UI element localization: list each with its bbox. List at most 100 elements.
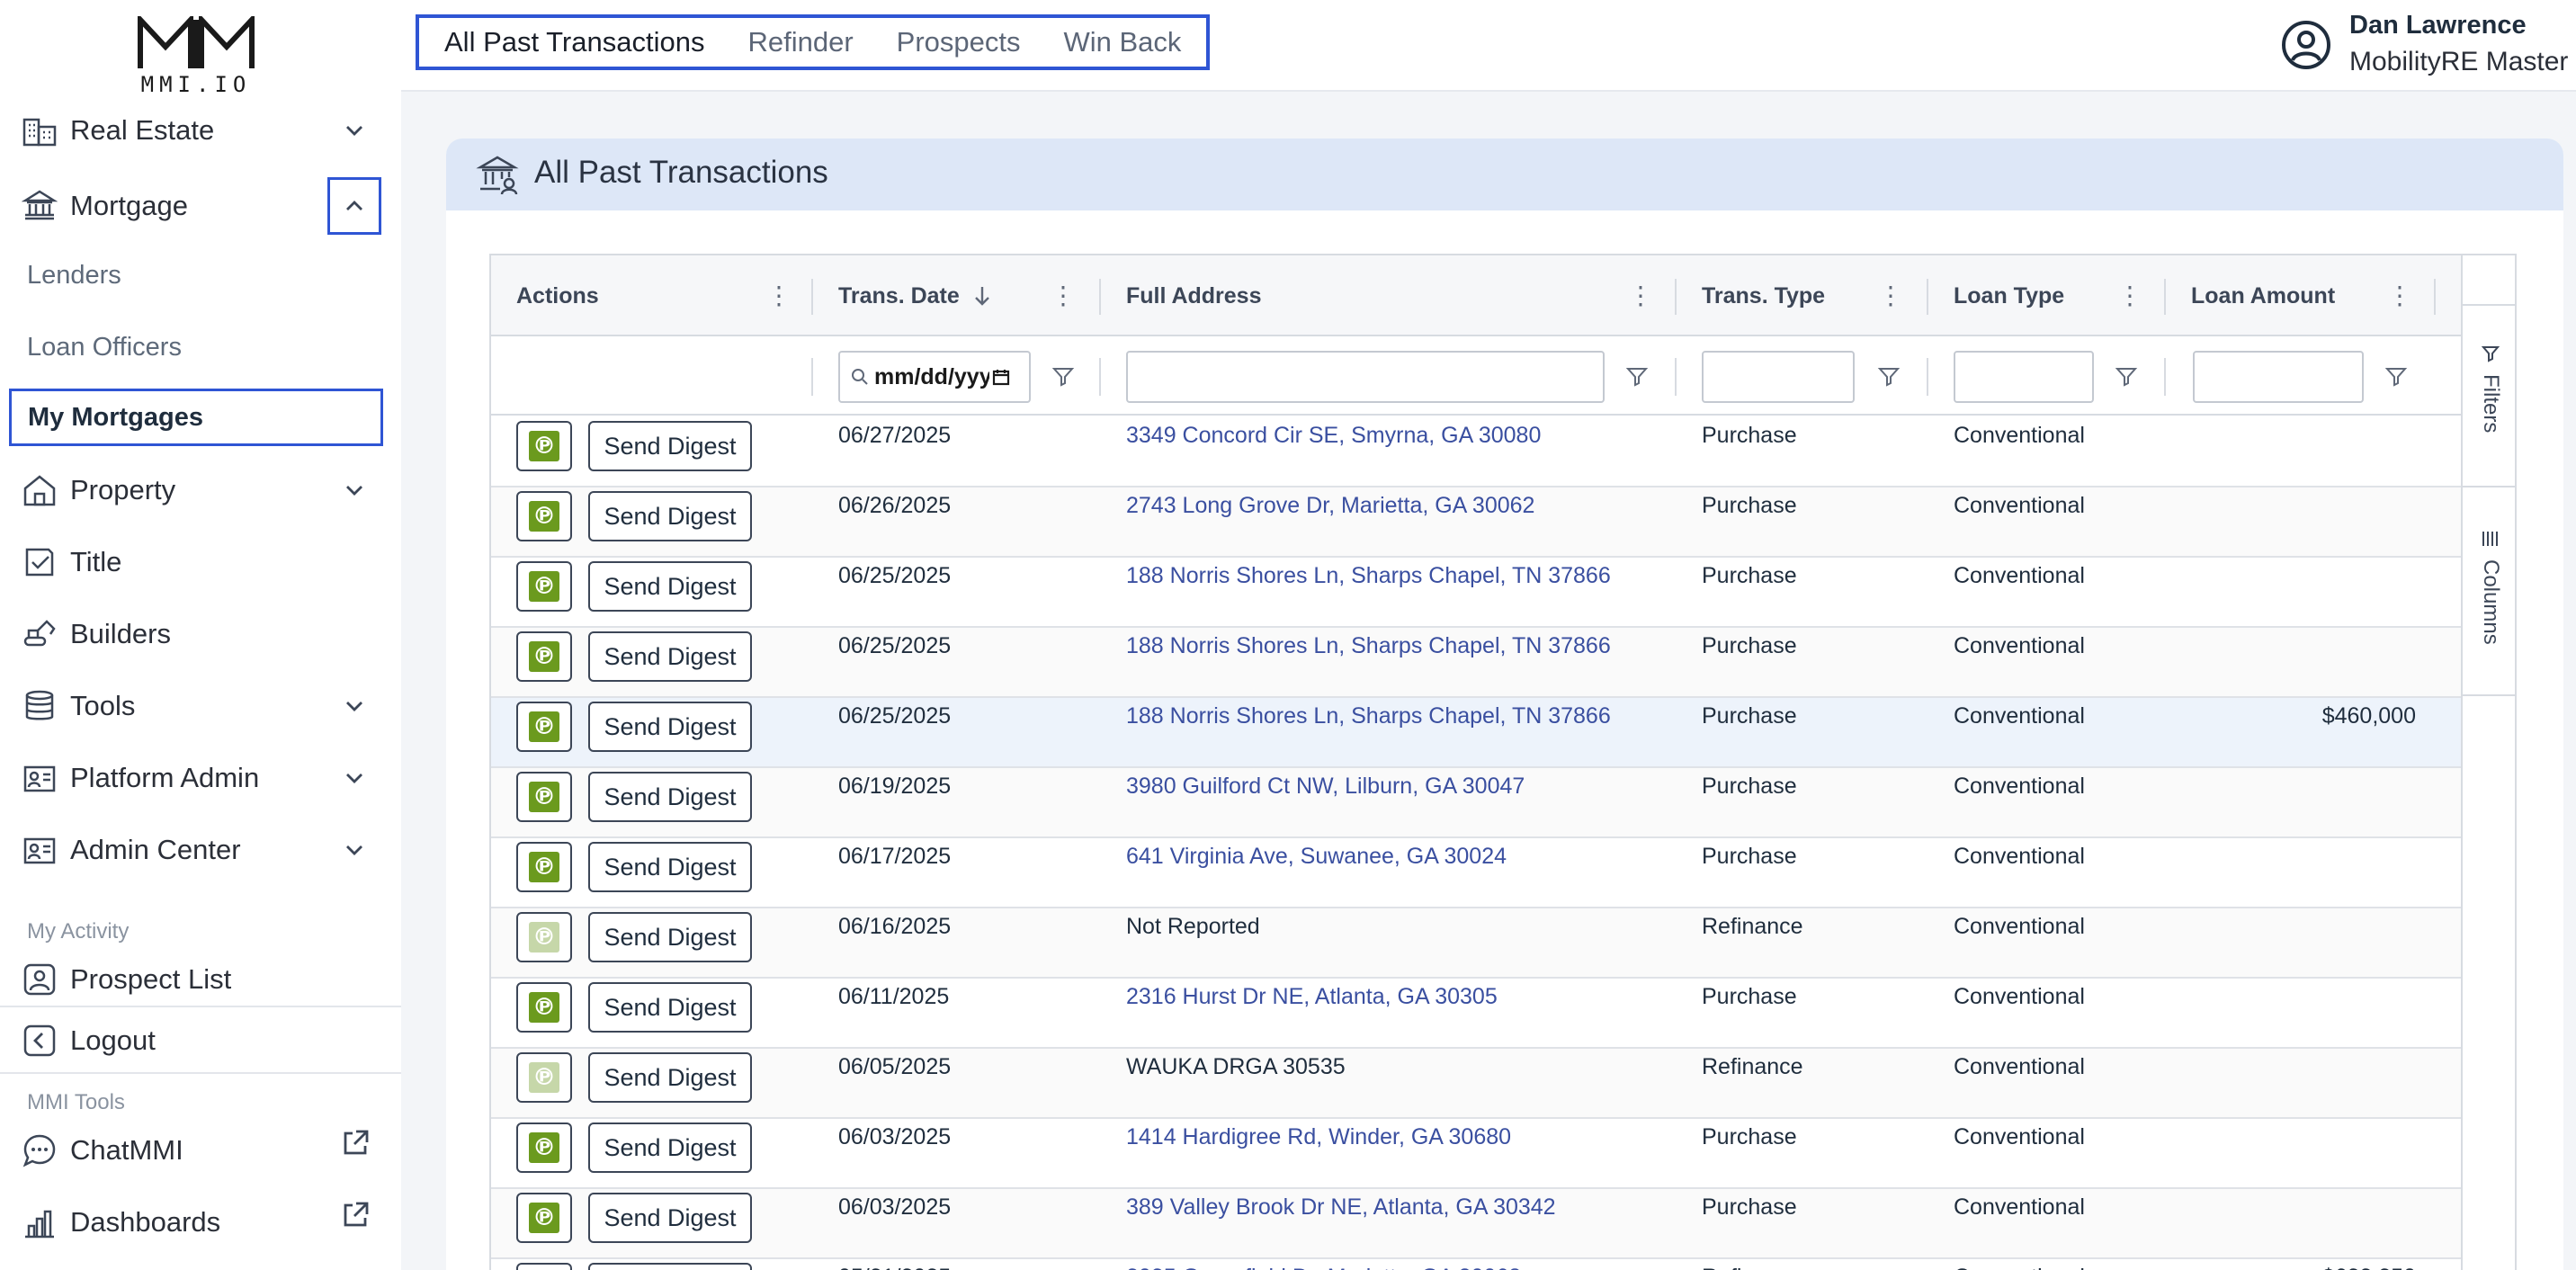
table-row[interactable]: ℗ Send Digest 06/03/2025 389 Valley Brook D…: [491, 1189, 2461, 1259]
chevron-down-icon[interactable]: [335, 830, 374, 870]
sidebar-subitem-loan-officers[interactable]: Loan Officers: [0, 318, 401, 376]
address-link[interactable]: 2743 Long Grove Dr, Marietta, GA 30062: [1126, 487, 1675, 558]
send-digest-button[interactable]: Send Digest: [588, 982, 752, 1033]
send-digest-button[interactable]: Send Digest: [588, 1193, 752, 1243]
tab-win-back[interactable]: Win Back: [1042, 18, 1203, 67]
table-row[interactable]: ℗ Send Digest 06/05/2025 WAUKA DRGA 30535 Re…: [491, 1049, 2461, 1119]
external-link-icon[interactable]: [340, 1200, 371, 1230]
table-row[interactable]: ℗ Send Digest 06/16/2025 Not Reported Refina…: [491, 908, 2461, 979]
sidebar-item-real-estate[interactable]: Real Estate: [0, 97, 401, 164]
table-row[interactable]: ℗ Send Digest 06/17/2025 641 Virginia Ave, …: [491, 838, 2461, 908]
sidebar-subitem-lenders[interactable]: Lenders: [0, 246, 401, 304]
mmi-logo[interactable]: MMI.IO: [133, 13, 259, 97]
column-header-trans-type[interactable]: Trans. Type ⋮: [1677, 255, 1928, 336]
address-link[interactable]: 1414 Hardigree Rd, Winder, GA 30680: [1126, 1119, 1675, 1189]
profile-link-button[interactable]: ℗: [516, 772, 572, 822]
filter-funnel-icon[interactable]: [2114, 363, 2139, 389]
send-digest-button[interactable]: Send Digest: [588, 912, 752, 962]
tab-prospects[interactable]: Prospects: [875, 18, 1042, 67]
filter-funnel-icon[interactable]: [1624, 363, 1650, 389]
column-menu-icon[interactable]: ⋮: [1878, 281, 1903, 310]
send-digest-button[interactable]: Send Digest: [588, 1263, 752, 1270]
profile-link-button[interactable]: ℗: [516, 912, 572, 962]
trans-type-filter-input[interactable]: [1702, 351, 1855, 403]
table-row[interactable]: ℗ Send Digest 06/27/2025 3349 Concord Cir S…: [491, 417, 2461, 487]
column-header-loan-amount[interactable]: Loan Amount ⋮: [2166, 255, 2436, 336]
profile-link-button[interactable]: ℗: [516, 1122, 572, 1173]
user-menu[interactable]: Dan Lawrence MobilityRE Master: [2279, 5, 2568, 86]
profile-link-button[interactable]: ℗: [516, 842, 572, 892]
tab-all-past-transactions[interactable]: All Past Transactions: [423, 18, 727, 70]
filters-tool-tab[interactable]: Filters: [2463, 306, 2515, 487]
calendar-icon[interactable]: [991, 367, 1011, 387]
profile-link-button[interactable]: ℗: [516, 631, 572, 682]
send-digest-button[interactable]: Send Digest: [588, 491, 752, 541]
trans-date-filter-input[interactable]: mm/dd/yyyy: [838, 351, 1031, 403]
chevron-down-icon[interactable]: [335, 111, 374, 150]
external-link-icon[interactable]: [340, 1128, 371, 1158]
table-row[interactable]: ℗ Send Digest 06/26/2025 2743 Long Grove Dr…: [491, 487, 2461, 558]
send-digest-button[interactable]: Send Digest: [588, 631, 752, 682]
table-row[interactable]: ℗ Send Digest 06/25/2025 188 Norris Shores …: [491, 698, 2461, 768]
address-link[interactable]: 188 Norris Shores Ln, Sharps Chapel, TN …: [1126, 698, 1675, 768]
column-menu-icon[interactable]: ⋮: [1051, 281, 1076, 310]
filter-funnel-icon[interactable]: [2384, 363, 2409, 389]
sidebar-item-admin-center[interactable]: Admin Center: [0, 817, 401, 883]
sidebar-item-builders[interactable]: Builders: [0, 601, 401, 667]
sidebar-item-property[interactable]: Property: [0, 457, 401, 523]
send-digest-button[interactable]: Send Digest: [588, 1122, 752, 1173]
column-header-actions[interactable]: Actions ⋮: [491, 255, 813, 336]
address-link[interactable]: 188 Norris Shores Ln, Sharps Chapel, TN …: [1126, 628, 1675, 698]
profile-link-button[interactable]: ℗: [516, 561, 572, 612]
sort-descending-icon[interactable]: [971, 284, 993, 308]
address-filter-input[interactable]: [1126, 351, 1605, 403]
send-digest-button[interactable]: Send Digest: [588, 842, 752, 892]
column-menu-icon[interactable]: ⋮: [1628, 281, 1653, 310]
chevron-down-icon[interactable]: [335, 470, 374, 510]
loan-amount-filter-input[interactable]: [2193, 351, 2364, 403]
sidebar-item-logout[interactable]: Logout: [0, 1007, 401, 1074]
send-digest-button[interactable]: Send Digest: [588, 421, 752, 471]
address-link[interactable]: 3349 Concord Cir SE, Smyrna, GA 30080: [1126, 417, 1675, 487]
sidebar-subitem-my-mortgages[interactable]: My Mortgages: [9, 389, 383, 446]
column-header-trans-date[interactable]: Trans. Date ⋮: [813, 255, 1101, 336]
filter-funnel-icon[interactable]: [1051, 363, 1076, 389]
send-digest-button[interactable]: Send Digest: [588, 772, 752, 822]
columns-tool-tab[interactable]: Columns: [2463, 487, 2515, 696]
sidebar-item-title[interactable]: Title: [0, 529, 401, 595]
sidebar-item-prospect-list[interactable]: Prospect List: [0, 946, 401, 1013]
table-row[interactable]: ℗ Send Digest 06/25/2025 188 Norris Shores …: [491, 558, 2461, 628]
profile-link-button[interactable]: ℗: [516, 982, 572, 1033]
address-link[interactable]: 3980 Guilford Ct NW, Lilburn, GA 30047: [1126, 768, 1675, 838]
address-link[interactable]: 188 Norris Shores Ln, Sharps Chapel, TN …: [1126, 558, 1675, 628]
profile-link-button[interactable]: ℗: [516, 1193, 572, 1243]
send-digest-button[interactable]: Send Digest: [588, 1052, 752, 1103]
chevron-down-icon[interactable]: [335, 758, 374, 798]
column-menu-icon[interactable]: ⋮: [2387, 281, 2412, 310]
table-row[interactable]: ℗ Send Digest 06/25/2025 188 Norris Shores …: [491, 628, 2461, 698]
send-digest-button[interactable]: Send Digest: [588, 561, 752, 612]
profile-link-button[interactable]: ℗: [516, 421, 572, 471]
sidebar-item-chatmmi[interactable]: ChatMMI: [0, 1117, 401, 1184]
chevron-down-icon[interactable]: [335, 686, 374, 726]
profile-link-button[interactable]: ℗: [516, 1052, 572, 1103]
profile-link-button[interactable]: ℗: [516, 491, 572, 541]
send-digest-button[interactable]: Send Digest: [588, 702, 752, 752]
table-row[interactable]: ℗ Send Digest 06/03/2025 1414 Hardigree Rd,…: [491, 1119, 2461, 1189]
profile-link-button[interactable]: ℗: [516, 1263, 572, 1270]
chevron-up-icon[interactable]: [327, 177, 381, 235]
loan-type-filter-input[interactable]: [1954, 351, 2094, 403]
profile-link-button[interactable]: ℗: [516, 702, 572, 752]
column-header-full-address[interactable]: Full Address ⋮: [1101, 255, 1677, 336]
table-row[interactable]: ℗ Send Digest 06/19/2025 3980 Guilford Ct N…: [491, 768, 2461, 838]
table-row[interactable]: ℗ Send Digest 06/11/2025 2316 Hurst Dr NE, …: [491, 979, 2461, 1049]
address-link[interactable]: 2316 Hurst Dr NE, Atlanta, GA 30305: [1126, 979, 1675, 1049]
column-menu-icon[interactable]: ⋮: [766, 281, 792, 310]
address-link[interactable]: 2025 Greenfield Dr, Marietta, GA 30068: [1126, 1259, 1675, 1270]
address-link[interactable]: 389 Valley Brook Dr NE, Atlanta, GA 3034…: [1126, 1189, 1675, 1259]
sidebar-item-dashboards[interactable]: Dashboards: [0, 1189, 401, 1256]
tab-refinder[interactable]: Refinder: [726, 18, 874, 67]
sidebar-item-platform-admin[interactable]: Platform Admin: [0, 745, 401, 811]
column-separator[interactable]: [2434, 279, 2436, 315]
sidebar-item-mortgage[interactable]: Mortgage: [0, 173, 401, 239]
